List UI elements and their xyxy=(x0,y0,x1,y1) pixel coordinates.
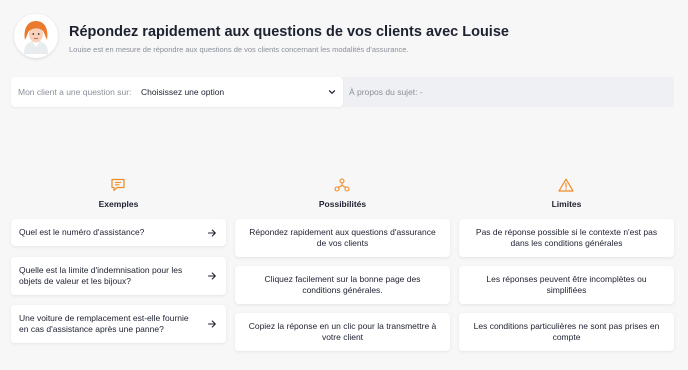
topic-select-label: Mon client a une question sur: xyxy=(18,87,132,97)
examples-title: Exemples xyxy=(98,199,139,209)
possibility-card: Copiez la réponse en un clic pour la tra… xyxy=(235,313,450,351)
limit-card: Pas de réponse possible si le contexte n… xyxy=(459,219,674,257)
page-title: Répondez rapidement aux questions de vos… xyxy=(69,24,509,40)
louise-avatar-icon xyxy=(14,14,58,58)
example-question-text: Quel est le numéro d'assistance? xyxy=(19,226,145,237)
possibility-card: Répondez rapidement aux questions d'assu… xyxy=(235,219,450,257)
about-subject-label: À propos du sujet: xyxy=(349,87,418,97)
limits-title: Limites xyxy=(551,199,582,209)
arrow-right-icon[interactable] xyxy=(207,319,217,329)
arrow-right-icon[interactable] xyxy=(207,228,217,238)
limit-card: Les réponses peuvent être incomplètes ou… xyxy=(459,266,674,304)
avatar xyxy=(14,14,58,58)
possibilities-title: Possibilités xyxy=(318,199,367,209)
about-subject: À propos du sujet: - xyxy=(349,87,423,97)
possibility-text: Cliquez facilement sur la bonne page des… xyxy=(264,273,421,296)
possibility-text: Copiez la réponse en un clic pour la tra… xyxy=(248,320,437,343)
arrow-right-icon[interactable] xyxy=(207,271,217,281)
limit-text: Pas de réponse possible si le contexte n… xyxy=(475,226,658,249)
page-header: Répondez rapidement aux questions de vos… xyxy=(14,14,674,64)
message-icon xyxy=(111,178,125,192)
possibility-text: Répondez rapidement aux questions d'assu… xyxy=(249,226,436,249)
example-question-card[interactable]: Quelle est la limite d'indemnisation pou… xyxy=(11,257,226,295)
example-question-text: Une voiture de remplacement est-elle fou… xyxy=(19,312,189,335)
warning-icon xyxy=(558,178,574,192)
network-icon xyxy=(334,178,350,192)
question-bar: Mon client a une question sur: Choisisse… xyxy=(11,77,674,107)
limit-text: Les conditions particulières ne sont pas… xyxy=(473,320,660,343)
chevron-down-icon[interactable] xyxy=(327,87,337,97)
example-question-text: Quelle est la limite d'indemnisation pou… xyxy=(19,264,183,287)
possibility-card: Cliquez facilement sur la bonne page des… xyxy=(235,266,450,304)
topic-select-value[interactable]: Choisissez une option xyxy=(141,87,224,97)
page-subtitle: Louise est en mesure de répondre aux que… xyxy=(69,45,409,54)
example-question-card[interactable]: Quel est le numéro d'assistance? xyxy=(11,219,226,246)
about-subject-value: - xyxy=(419,87,423,97)
limit-text: Les réponses peuvent être incomplètes ou… xyxy=(486,273,647,296)
limit-card: Les conditions particulières ne sont pas… xyxy=(459,313,674,351)
example-question-card[interactable]: Une voiture de remplacement est-elle fou… xyxy=(11,305,226,343)
topic-select[interactable]: Mon client a une question sur: Choisisse… xyxy=(11,77,343,107)
